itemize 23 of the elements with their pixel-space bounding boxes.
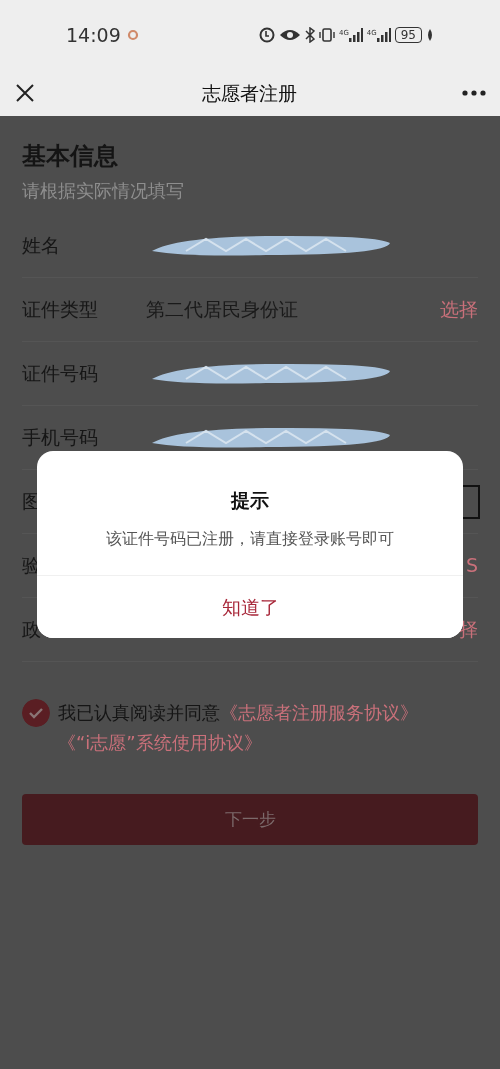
section-title: 基本信息 <box>22 141 119 172</box>
vibrate-icon <box>318 27 335 43</box>
agreement-link[interactable]: 《志愿者注册服务协议》 <box>220 702 418 723</box>
page-title: 志愿者注册 <box>201 80 297 106</box>
dialog-title: 提示 <box>229 488 270 513</box>
signal-icon <box>376 28 391 42</box>
agree-checkbox[interactable] <box>22 699 50 727</box>
field-label: 姓名 <box>22 233 61 259</box>
status-time: 14:09 <box>66 22 121 48</box>
battery-level: 95 <box>394 27 422 43</box>
clock-icon <box>258 27 275 43</box>
close-icon[interactable] <box>14 82 36 104</box>
select-link[interactable]: 选择 <box>440 295 478 324</box>
signal-icon <box>348 28 363 42</box>
agreement-text: 我已认真阅读并同意 <box>58 702 220 723</box>
more-icon[interactable] <box>462 90 486 96</box>
bluetooth-icon <box>304 27 315 43</box>
eye-icon <box>278 28 301 42</box>
recording-dot-icon <box>126 29 139 41</box>
dialog-message: 该证件号码已注册，请直接登录账号即可 <box>105 528 395 550</box>
sms-code-link[interactable]: S <box>465 551 478 580</box>
agreement-link[interactable]: 《“i志愿”系统使用协议》 <box>58 732 262 753</box>
section-subtitle: 请根据实际情况填写 <box>22 179 185 203</box>
